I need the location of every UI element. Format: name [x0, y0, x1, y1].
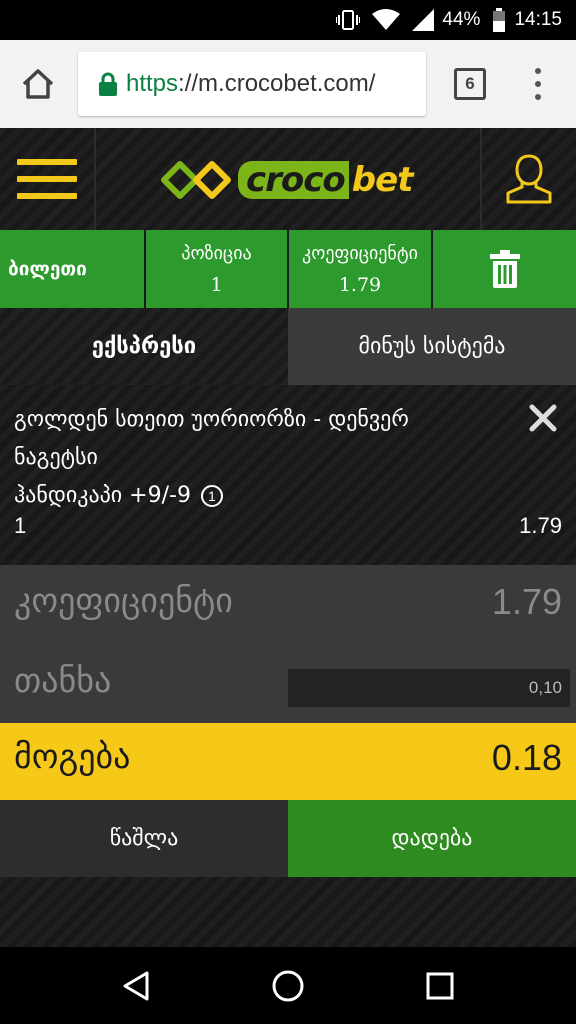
bet-pick: 1	[14, 513, 27, 538]
hamburger-line	[17, 176, 77, 182]
winning-value: 0.18	[491, 737, 562, 778]
wifi-icon	[372, 9, 401, 31]
tab-express[interactable]: ექსპრესი	[0, 308, 288, 385]
trash-icon	[489, 250, 520, 288]
url-scheme: https	[126, 70, 179, 97]
circle-icon	[272, 970, 304, 1001]
bet-event-name: გოლდენ სთეით უორიორზი - დენვერ ნაგეტსი	[14, 407, 409, 470]
crocobet-logo[interactable]: croco bet	[160, 158, 414, 202]
coefficient-cell: კოეფიციენტი 1.79	[289, 230, 433, 308]
back-icon	[123, 971, 149, 1000]
bet-actions: წაშლა დადება	[0, 800, 576, 877]
position-cell: პოზიცია 1	[146, 230, 289, 308]
menu-dot	[535, 68, 541, 74]
recents-button[interactable]	[420, 966, 460, 1006]
ticket-title: ბილეთი	[0, 230, 146, 308]
square-icon	[426, 972, 454, 999]
home-icon	[22, 69, 54, 99]
menu-dot	[535, 94, 541, 100]
stake-input[interactable]	[288, 669, 570, 707]
remove-selection-button[interactable]	[528, 403, 558, 433]
tab-minus-system[interactable]: მინუს სისტემა	[288, 308, 576, 385]
hamburger-menu-button[interactable]	[0, 128, 96, 230]
user-account-button[interactable]	[480, 128, 576, 230]
logo-text-croco: croco	[238, 161, 349, 199]
winning-label: მოგება	[14, 737, 131, 777]
battery-percent: 44%	[442, 9, 481, 30]
bet-market-name: ჰანდიკაპი +9/-9	[14, 483, 191, 508]
lock-icon	[99, 72, 117, 96]
tab-switcher-button[interactable]: 6	[454, 68, 486, 100]
home-button[interactable]	[18, 64, 58, 104]
page-background	[0, 877, 576, 947]
stake-label: თანხა	[14, 661, 112, 701]
clear-button[interactable]: წაშლა	[0, 800, 288, 877]
site-header: croco bet	[0, 128, 576, 230]
url-text: https://m.crocobet.com/	[126, 70, 375, 98]
bet-market: ჰანდიკაპი +9/-9 1	[14, 477, 223, 515]
ticket-summary-bar: ბილეთი პოზიცია 1 კოეფიციენტი 1.79	[0, 230, 576, 308]
total-coefficient-value: 1.79	[491, 581, 562, 622]
battery-icon	[492, 8, 506, 32]
vibrate-icon	[336, 9, 361, 31]
browser-toolbar: https://m.crocobet.com/ 6	[0, 40, 576, 128]
info-icon[interactable]: 1	[200, 485, 223, 507]
delete-ticket-button[interactable]	[433, 230, 576, 308]
bet-odd: 1.79	[519, 513, 562, 538]
back-button[interactable]	[116, 966, 156, 1006]
status-bar: 44% 14:15	[0, 0, 576, 40]
bet-selection: გოლდენ სთეით უორიორზი - დენვერ ნაგეტსი ჰ…	[0, 385, 576, 565]
user-icon	[506, 154, 552, 204]
position-value: 1	[210, 273, 223, 296]
logo-wordmark: croco bet	[238, 160, 414, 200]
address-bar[interactable]: https://m.crocobet.com/	[78, 52, 426, 116]
bet-type-tabs: ექსპრესი მინუს სისტემა	[0, 308, 576, 385]
coefficient-value: 1.79	[338, 273, 382, 296]
menu-dot	[535, 81, 541, 87]
clock: 14:15	[514, 9, 562, 30]
bet-summary: კოეფიციენტი 1.79 თანხა	[0, 565, 576, 723]
hamburger-line	[17, 159, 77, 165]
hamburger-line	[17, 193, 77, 199]
signal-icon	[412, 9, 435, 31]
coefficient-label: კოეფიციენტი	[302, 242, 418, 264]
close-icon	[529, 404, 557, 432]
logo-text-bet: bet	[351, 160, 414, 200]
home-nav-button[interactable]	[268, 966, 308, 1006]
logo-mark-icon	[161, 161, 231, 199]
system-navigation-bar	[0, 947, 576, 1024]
place-bet-button[interactable]: დადება	[288, 800, 576, 877]
browser-menu-button[interactable]	[530, 68, 546, 100]
total-coefficient-label: კოეფიციენტი	[14, 581, 233, 621]
url-host: ://m.crocobet.com/	[178, 70, 376, 97]
possible-winning: მოგება 0.18	[0, 723, 576, 800]
position-label: პოზიცია	[181, 242, 252, 264]
